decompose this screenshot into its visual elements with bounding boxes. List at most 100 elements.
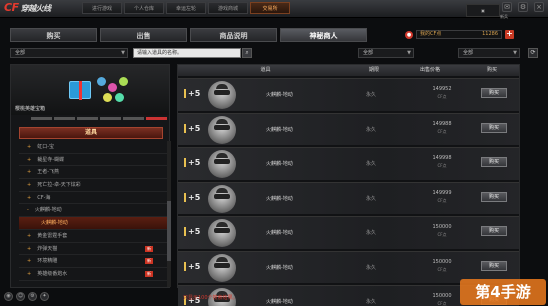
expand-icon[interactable]: + — [27, 246, 31, 252]
toolbar-icon[interactable]: ☺ — [16, 292, 25, 301]
scrollbar[interactable] — [167, 141, 171, 287]
toolbar-icon[interactable]: ◉ — [4, 292, 13, 301]
item-duration: 永久 — [366, 92, 377, 98]
toolbar-icon[interactable]: ✦ — [40, 292, 49, 301]
category-header: 道具 — [19, 127, 163, 139]
coin-icon: ● — [405, 30, 413, 39]
category-item[interactable]: + 环境精雕 新 — [19, 255, 167, 268]
item-thumbnail[interactable] — [208, 184, 236, 213]
chevron-down-icon: ▼ — [513, 50, 517, 56]
pager-dot[interactable] — [123, 117, 144, 120]
new-badge: 新 — [145, 245, 153, 252]
category-item[interactable]: + 炸弹天猫 新 — [19, 243, 167, 256]
orb-icon — [115, 93, 124, 102]
game-logo: CF 穿越火线 — [4, 1, 51, 14]
top-nav-item[interactable]: 幸运左轮 — [166, 2, 206, 14]
chevron-down-icon: ▼ — [121, 50, 125, 56]
expand-icon[interactable]: + — [27, 157, 31, 163]
price-currency: CF点 — [437, 266, 447, 272]
expand-icon[interactable]: + — [27, 271, 31, 277]
close-icon[interactable]: × — [534, 2, 544, 12]
top-nav-item[interactable]: 交易所 — [250, 2, 290, 14]
tab-0[interactable]: 购买 — [10, 28, 97, 42]
featured-banner[interactable]: 樱桃英雄宝箱 — [11, 65, 169, 115]
toolbar-icon[interactable]: ⚙ — [28, 292, 37, 301]
orb-icon — [103, 93, 112, 102]
top-nav-item[interactable]: 进行游戏 — [82, 2, 122, 14]
buy-button[interactable]: 购买 — [481, 122, 507, 133]
category-item[interactable]: + 裁星寺-蝴蝶 — [19, 154, 167, 167]
item-thumbnail[interactable] — [208, 150, 236, 178]
pager-dot[interactable] — [31, 117, 52, 120]
category-select-value: 全部 — [15, 50, 26, 56]
category-item[interactable]: + 英雄级番炮水 新 — [19, 268, 167, 281]
level-bar-icon — [184, 123, 186, 133]
price-value: 150000 — [432, 293, 452, 299]
expand-icon[interactable]: + — [27, 233, 31, 239]
expand-icon[interactable]: + — [27, 195, 31, 201]
search-input[interactable]: 请输入道具的名称。 — [133, 48, 241, 58]
buy-button[interactable]: 购买 — [481, 191, 507, 202]
buy-button[interactable]: 购买 — [481, 157, 507, 167]
item-thumbnail[interactable] — [208, 115, 236, 144]
enhance-level: +5 — [184, 261, 201, 271]
expand-icon[interactable]: + — [27, 258, 31, 264]
listing-table: 道具 期限 出售价格 购买 +5 火麒麟-地动 永久 149952 CF点 购买 +5 火麒麟… — [177, 64, 520, 306]
enhance-level-value: +5 — [188, 261, 201, 271]
mail-icon[interactable]: ✉ — [502, 2, 512, 12]
buy-button[interactable]: 购买 — [481, 260, 507, 271]
collapse-icon[interactable]: - — [27, 207, 29, 213]
expand-icon[interactable]: + — [27, 182, 31, 188]
expand-icon[interactable]: + — [27, 169, 31, 175]
enhance-level: +5 — [184, 227, 200, 236]
level-bar-icon — [184, 227, 186, 236]
price-value: 149999 — [432, 189, 452, 196]
pager-dot[interactable] — [54, 117, 75, 120]
table-row: +5 火麒麟-地动 永久 149952 CF点 购买 — [178, 78, 519, 111]
banner-pager[interactable] — [31, 117, 167, 120]
category-item-label: 死亡拉-卓-天下炫彩 — [37, 182, 81, 189]
category-item[interactable]: + 黄金雷霆手套 — [19, 230, 167, 243]
currency-display: ● 我的CF点 11286 + — [405, 30, 514, 39]
item-thumbnail[interactable] — [208, 253, 236, 282]
pager-dot[interactable] — [100, 117, 121, 120]
category-select[interactable]: 全部 ▼ — [10, 48, 128, 58]
category-list: + 虹口-宝 + 裁星寺-蝴蝶 + 王者-飞燕 + 死亡拉-卓-天下炫彩 + CF-海 - 火麒麟-地… — [19, 141, 167, 287]
refresh-icon[interactable]: ⟳ — [528, 48, 538, 58]
item-duration: 永久 — [366, 126, 377, 133]
buy-button[interactable]: 购买 — [481, 88, 507, 98]
item-thumbnail[interactable] — [208, 219, 236, 247]
settings-icon[interactable]: ⚙ — [518, 2, 528, 12]
tab-1[interactable]: 出售 — [100, 28, 187, 42]
category-item[interactable]: 火麒麟-地动 — [19, 217, 167, 230]
enhance-level-value: +5 — [188, 89, 201, 98]
category-item-label: 环境精雕 — [37, 258, 58, 265]
category-item[interactable]: - 火麒麟-地动 — [19, 204, 167, 218]
grade-select[interactable]: 全部 ▼ — [358, 48, 414, 58]
category-item[interactable]: + 王者-飞燕 — [19, 166, 167, 180]
pager-dot[interactable] — [77, 117, 98, 120]
category-item[interactable]: + 虹口-宝 — [19, 141, 167, 154]
pager-dot-active[interactable] — [146, 117, 167, 120]
watermark-logo: 第4手游 — [460, 279, 546, 305]
player-badge[interactable]: ▣ — [466, 4, 500, 17]
category-item[interactable]: + CF-海 — [19, 192, 167, 205]
item-duration: 永久 — [366, 195, 377, 202]
sort-select[interactable]: 全部 ▼ — [458, 48, 520, 58]
item-thumbnail[interactable] — [208, 81, 236, 109]
category-item[interactable]: + 死亡拉-卓-天下炫彩 — [19, 179, 167, 192]
expand-icon[interactable]: + — [27, 144, 31, 150]
buy-button[interactable]: 购买 — [481, 226, 507, 236]
item-price: 149952 CF点 — [422, 86, 462, 100]
tab-3[interactable]: 神秘商人 — [280, 28, 367, 42]
price-value: 150000 — [432, 224, 452, 230]
column-header-price: 出售价格 — [419, 67, 440, 73]
scrollbar-thumb[interactable] — [167, 201, 171, 261]
price-currency: CF点 — [437, 197, 447, 203]
top-nav-item[interactable]: 个人仓库 — [124, 2, 164, 14]
item-name: 火麒麟-地动 — [266, 126, 293, 133]
top-nav-item[interactable]: 游戏商城 — [208, 2, 248, 14]
recharge-button[interactable]: + — [505, 30, 514, 39]
search-icon[interactable]: ⌕ — [242, 48, 252, 58]
tab-2[interactable]: 商品说明 — [190, 28, 277, 42]
